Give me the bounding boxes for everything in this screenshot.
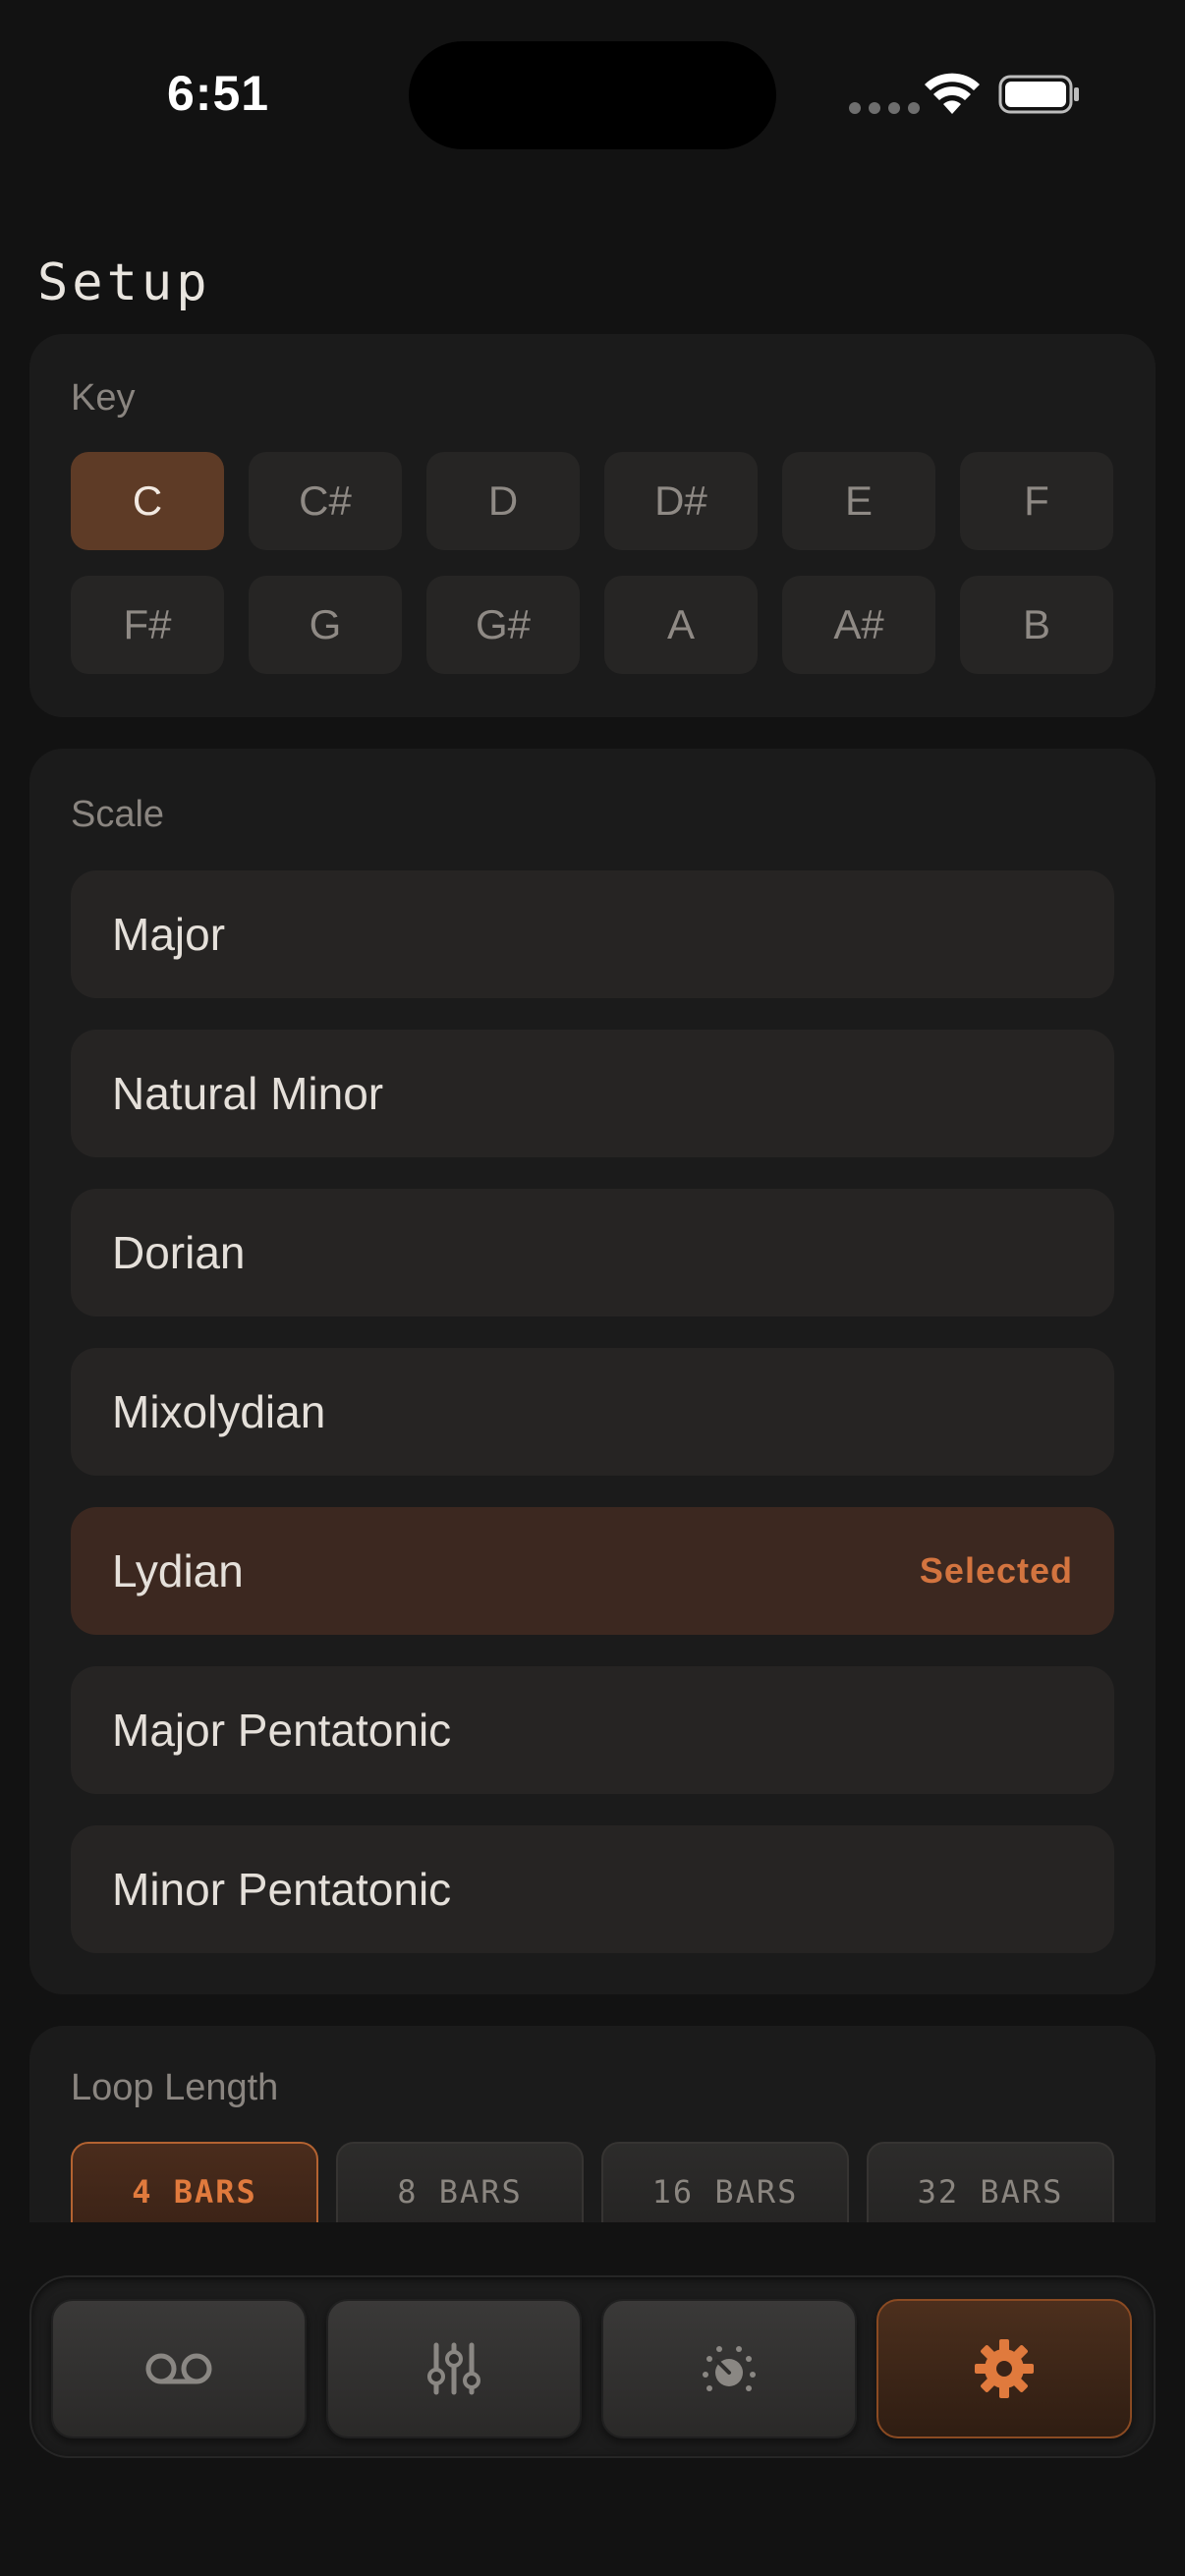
scale-option-label: Mixolydian bbox=[112, 1386, 326, 1437]
dynamic-island bbox=[409, 41, 776, 149]
battery-icon bbox=[998, 75, 1079, 114]
key-button[interactable]: C# bbox=[249, 452, 402, 550]
gear-icon bbox=[975, 2339, 1034, 2398]
key-button[interactable]: A# bbox=[782, 576, 935, 674]
key-button[interactable]: F# bbox=[71, 576, 224, 674]
key-grid: C C# D D# E F F# G G# A A# B bbox=[71, 452, 1113, 674]
status-time: 6:51 bbox=[167, 66, 270, 121]
key-button[interactable]: G bbox=[249, 576, 402, 674]
scale-option[interactable]: Minor Pentatonic bbox=[71, 1825, 1114, 1953]
dial-icon bbox=[703, 2346, 756, 2391]
voicemail-icon bbox=[145, 2353, 212, 2384]
key-section-label: Key bbox=[71, 377, 136, 419]
scale-option[interactable]: Natural Minor bbox=[71, 1030, 1114, 1157]
scale-list: Major Natural Minor Dorian Mixolydian Ly… bbox=[71, 870, 1114, 1985]
scale-option[interactable]: Lydian Selected bbox=[71, 1507, 1114, 1635]
loop-length-label: Loop Length bbox=[71, 2067, 279, 2108]
key-card: Key C C# D D# E F F# G G# A A# B bbox=[29, 334, 1156, 717]
scale-option-label: Minor Pentatonic bbox=[112, 1864, 452, 1915]
selected-badge: Selected bbox=[919, 1550, 1073, 1591]
scale-option[interactable]: Mixolydian bbox=[71, 1348, 1114, 1476]
scale-option-label: Major bbox=[112, 909, 226, 960]
tab-effects[interactable] bbox=[601, 2299, 857, 2438]
cellular-signal-icon bbox=[849, 102, 920, 114]
scale-section-label: Scale bbox=[71, 794, 165, 835]
key-button[interactable]: B bbox=[960, 576, 1113, 674]
page-title: Setup bbox=[37, 253, 211, 312]
scale-card: Scale Major Natural Minor Dorian Mixolyd… bbox=[29, 749, 1156, 1994]
tab-mixer[interactable] bbox=[326, 2299, 582, 2438]
key-button[interactable]: A bbox=[604, 576, 758, 674]
scale-option-label: Major Pentatonic bbox=[112, 1705, 452, 1756]
key-button[interactable]: D# bbox=[604, 452, 758, 550]
scale-option[interactable]: Major bbox=[71, 870, 1114, 998]
scale-option[interactable]: Dorian bbox=[71, 1189, 1114, 1316]
tab-settings[interactable] bbox=[876, 2299, 1132, 2438]
key-button[interactable]: D bbox=[426, 452, 580, 550]
key-button[interactable]: C bbox=[71, 452, 224, 550]
scale-option[interactable]: Major Pentatonic bbox=[71, 1666, 1114, 1794]
sliders-icon bbox=[427, 2342, 480, 2395]
tab-recorder[interactable] bbox=[51, 2299, 307, 2438]
tab-bar bbox=[29, 2275, 1156, 2458]
scale-option-label: Dorian bbox=[112, 1227, 246, 1278]
key-button[interactable]: G# bbox=[426, 576, 580, 674]
wifi-icon bbox=[925, 73, 980, 114]
key-button[interactable]: F bbox=[960, 452, 1113, 550]
key-button[interactable]: E bbox=[782, 452, 935, 550]
scale-option-label: Natural Minor bbox=[112, 1068, 384, 1119]
app-screen: 6:51 Setup Key C C# D D# E F F# G G# A A… bbox=[0, 0, 1185, 2576]
scale-option-label: Lydian bbox=[112, 1545, 244, 1596]
